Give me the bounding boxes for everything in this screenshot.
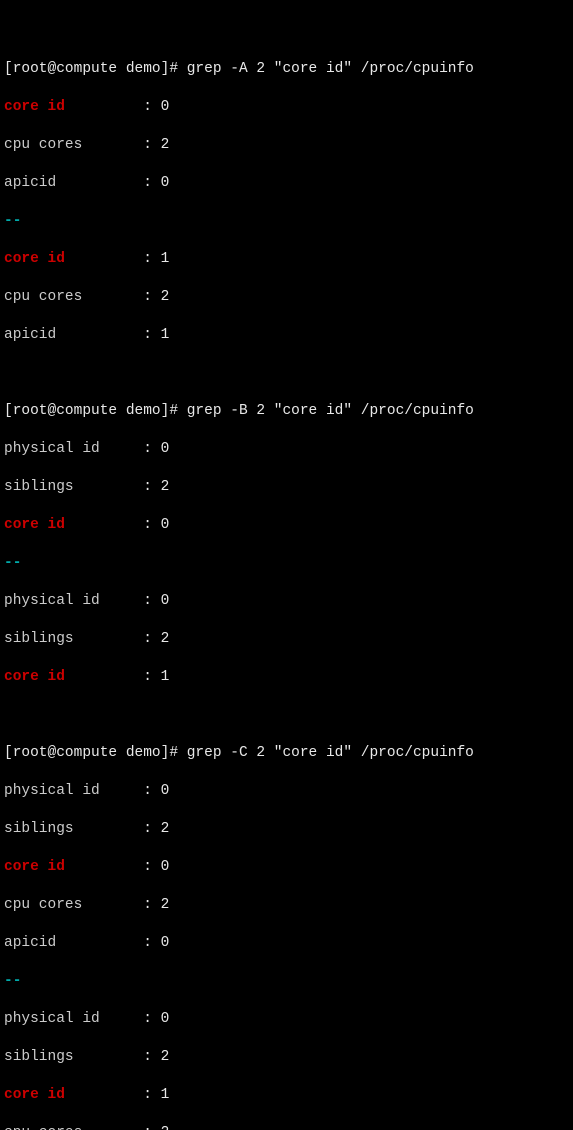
prompt: [root@compute demo]# bbox=[4, 61, 187, 77]
value: : 0 bbox=[135, 593, 170, 609]
value: : 2 bbox=[135, 631, 170, 647]
value: : 2 bbox=[135, 1049, 170, 1065]
value: : 0 bbox=[135, 517, 170, 533]
value: : 2 bbox=[135, 289, 170, 305]
value: : 1 bbox=[135, 669, 170, 685]
value: : 1 bbox=[135, 327, 170, 343]
value: : 1 bbox=[135, 251, 170, 267]
match-core-id: core id bbox=[4, 517, 135, 533]
match-core-id: core id bbox=[4, 1087, 135, 1103]
label-physical-id: physical id bbox=[4, 593, 135, 609]
label-apicid: apicid bbox=[4, 175, 135, 191]
label-physical-id: physical id bbox=[4, 441, 135, 457]
value: : 2 bbox=[135, 821, 170, 837]
label-siblings: siblings bbox=[4, 1049, 135, 1065]
match-core-id: core id bbox=[4, 859, 135, 875]
value: : 0 bbox=[135, 175, 170, 191]
label-physical-id: physical id bbox=[4, 1011, 135, 1027]
group-separator: -- bbox=[4, 213, 21, 229]
label-physical-id: physical id bbox=[4, 783, 135, 799]
value: : 2 bbox=[135, 137, 170, 153]
command: grep -B 2 "core id" /proc/cpuinfo bbox=[187, 403, 474, 419]
prompt: [root@compute demo]# bbox=[4, 403, 187, 419]
label-cpu-cores: cpu cores bbox=[4, 1125, 135, 1130]
value: : 2 bbox=[135, 1125, 170, 1130]
value: : 0 bbox=[135, 441, 170, 457]
group-separator: -- bbox=[4, 973, 21, 989]
value: : 1 bbox=[135, 1087, 170, 1103]
group-separator: -- bbox=[4, 555, 21, 571]
value: : 0 bbox=[135, 859, 170, 875]
value: : 0 bbox=[135, 1011, 170, 1027]
label-siblings: siblings bbox=[4, 479, 135, 495]
match-core-id: core id bbox=[4, 251, 135, 267]
label-apicid: apicid bbox=[4, 935, 135, 951]
match-core-id: core id bbox=[4, 99, 135, 115]
label-cpu-cores: cpu cores bbox=[4, 289, 135, 305]
label-apicid: apicid bbox=[4, 327, 135, 343]
value: : 0 bbox=[135, 935, 170, 951]
command: grep -A 2 "core id" /proc/cpuinfo bbox=[187, 61, 474, 77]
match-core-id: core id bbox=[4, 669, 135, 685]
label-cpu-cores: cpu cores bbox=[4, 897, 135, 913]
label-siblings: siblings bbox=[4, 631, 135, 647]
value: : 0 bbox=[135, 99, 170, 115]
terminal[interactable]: [root@compute demo]# grep -A 2 "core id"… bbox=[0, 0, 573, 1130]
label-cpu-cores: cpu cores bbox=[4, 137, 135, 153]
value: : 2 bbox=[135, 479, 170, 495]
value: : 2 bbox=[135, 897, 170, 913]
value: : 0 bbox=[135, 783, 170, 799]
command: grep -C 2 "core id" /proc/cpuinfo bbox=[187, 745, 474, 761]
prompt: [root@compute demo]# bbox=[4, 745, 187, 761]
label-siblings: siblings bbox=[4, 821, 135, 837]
